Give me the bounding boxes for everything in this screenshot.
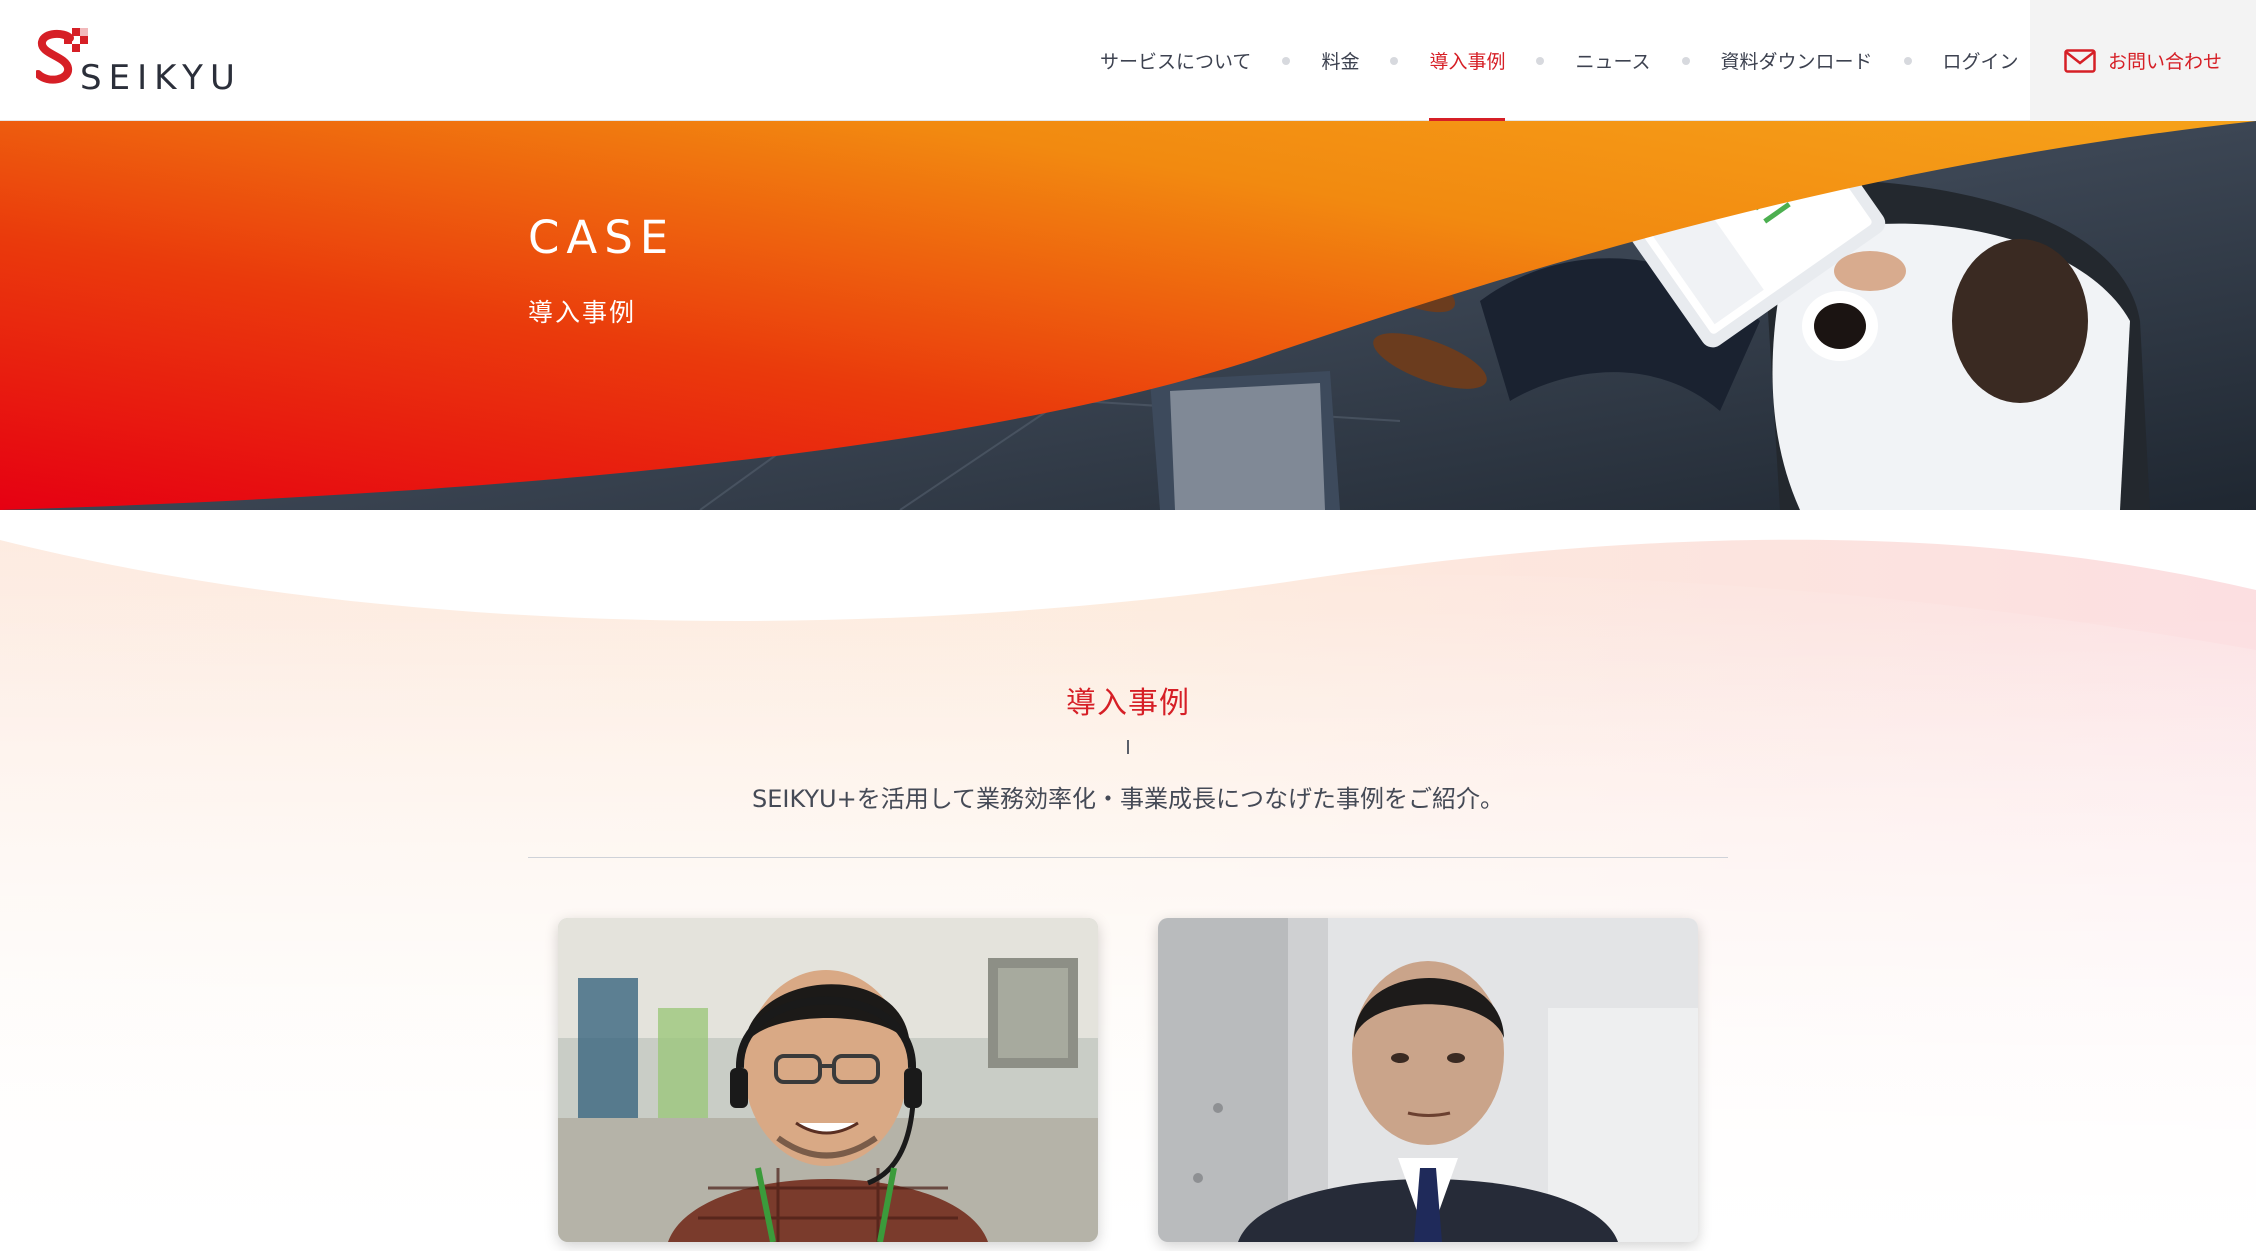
hero-background <box>0 121 2256 510</box>
main-nav: サービスについて 料金 導入事例 ニュース 資料ダウンロード ログイン <box>1100 0 2019 121</box>
logo-wordmark: SEIKYU <box>80 58 242 98</box>
case-card-2[interactable] <box>1158 918 1698 1242</box>
contact-button[interactable]: お問い合わせ <box>2030 0 2256 121</box>
mail-icon <box>2064 48 2096 73</box>
site-header: SEIKYU サービスについて 料金 導入事例 ニュース 資料ダウンロード ログ… <box>0 0 2256 121</box>
section-title-marker <box>1127 740 1129 754</box>
nav-separator-dot <box>1681 56 1690 65</box>
hero-title: CASE <box>528 211 676 264</box>
case-photo-man-in-suit <box>1158 918 1698 1242</box>
nav-separator-dot <box>1282 56 1291 65</box>
nav-item-login[interactable]: ログイン <box>1943 0 2019 121</box>
section-description: SEIKYU+を活用して業務効率化・事業成長につなげた事例をご紹介。 <box>752 785 1504 813</box>
nav-separator-dot <box>1903 56 1912 65</box>
nav-item-pricing[interactable]: 料金 <box>1321 0 1359 121</box>
nav-item-news[interactable]: ニュース <box>1575 0 1650 121</box>
section-divider <box>528 857 1728 858</box>
contact-button-label: お問い合わせ <box>2107 51 2222 73</box>
section-wave-background <box>0 539 2256 1251</box>
section-title: 導入事例 <box>1066 686 1190 721</box>
hero-banner: CASE 導入事例 <box>0 121 2256 510</box>
case-photo-man-with-headset <box>558 918 1098 1242</box>
hero-subtitle: 導入事例 <box>528 298 637 327</box>
nav-separator-dot <box>1390 56 1399 65</box>
nav-item-download[interactable]: 資料ダウンロード <box>1721 0 1873 121</box>
nav-item-service[interactable]: サービスについて <box>1100 0 1251 121</box>
case-card-1[interactable] <box>558 918 1098 1242</box>
nav-separator-dot <box>1536 56 1545 65</box>
nav-item-case[interactable]: 導入事例 <box>1429 0 1506 121</box>
seikyu-logo[interactable]: SEIKYU <box>36 28 236 98</box>
